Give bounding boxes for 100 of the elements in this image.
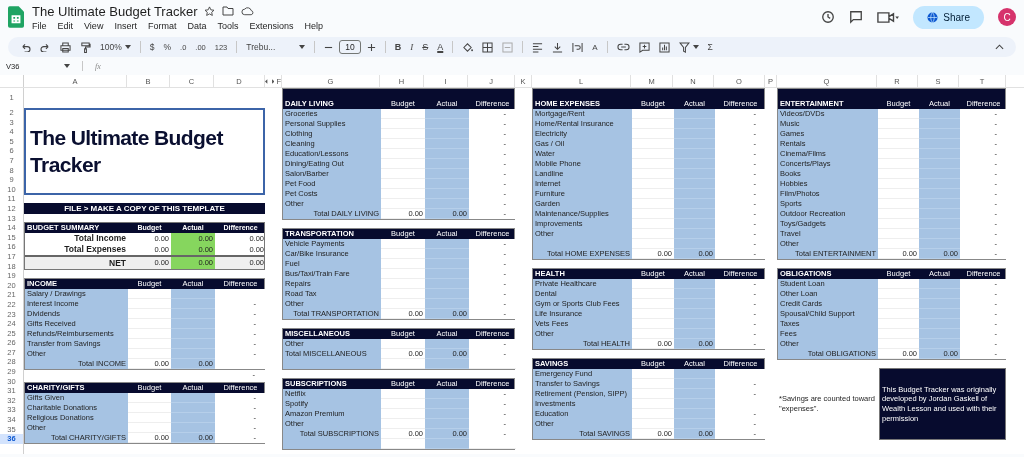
folder-icon[interactable]: [222, 6, 235, 16]
strikethrough-button[interactable]: S: [422, 42, 429, 52]
table-cell[interactable]: [674, 279, 715, 289]
table-cell[interactable]: [674, 149, 715, 159]
table-cell[interactable]: [919, 219, 960, 229]
table-cell[interactable]: [674, 129, 715, 139]
font-dropdown[interactable]: Trebu...: [246, 42, 297, 52]
table-cell[interactable]: [919, 179, 960, 189]
table-cell[interactable]: [919, 339, 960, 349]
menu-item[interactable]: Extensions: [249, 20, 294, 31]
table-cell[interactable]: [425, 409, 469, 419]
table-cell[interactable]: [171, 403, 215, 413]
paint-format-icon[interactable]: [80, 41, 91, 53]
table-cell[interactable]: [674, 189, 715, 199]
functions-button[interactable]: Σ: [707, 42, 713, 52]
comment-add-icon[interactable]: [638, 41, 650, 53]
table-cell[interactable]: [674, 399, 715, 409]
print-icon[interactable]: [60, 41, 71, 53]
table-cell[interactable]: [425, 159, 469, 169]
percent-format-button[interactable]: %: [163, 42, 172, 52]
table-cell[interactable]: [919, 289, 960, 299]
menu-item[interactable]: File: [32, 20, 47, 31]
table-cell[interactable]: [425, 389, 469, 399]
table-cell[interactable]: [425, 119, 469, 129]
redo-icon[interactable]: [40, 42, 51, 52]
table-cell[interactable]: [919, 159, 960, 169]
table-cell[interactable]: [919, 309, 960, 319]
table-cell[interactable]: [425, 249, 469, 259]
table-cell[interactable]: [674, 419, 715, 429]
table-cell[interactable]: [674, 409, 715, 419]
menu-item[interactable]: Data: [187, 20, 207, 31]
share-button[interactable]: Share: [913, 5, 984, 29]
table-cell[interactable]: [425, 169, 469, 179]
table-cell[interactable]: [919, 299, 960, 309]
table-cell[interactable]: [919, 209, 960, 219]
table-cell[interactable]: [425, 299, 469, 309]
bold-button[interactable]: B: [394, 42, 402, 52]
table-cell[interactable]: [171, 413, 215, 423]
borders-icon[interactable]: [482, 41, 494, 53]
table-cell[interactable]: [674, 169, 715, 179]
table-cell[interactable]: [425, 279, 469, 289]
table-cell[interactable]: [674, 139, 715, 149]
history-icon[interactable]: [821, 10, 836, 24]
star-icon[interactable]: [204, 5, 216, 17]
menu-item[interactable]: Help: [304, 20, 323, 31]
text-wrap-icon[interactable]: [572, 41, 584, 53]
table-cell[interactable]: [425, 419, 469, 429]
collapse-icon[interactable]: [995, 44, 1004, 50]
text-rotation-button[interactable]: A: [592, 42, 598, 52]
menu-item[interactable]: Edit: [57, 20, 74, 31]
table-cell[interactable]: [425, 339, 469, 349]
document-title[interactable]: The Ultimate Budget Tracker: [32, 3, 198, 19]
link-icon[interactable]: [616, 43, 630, 51]
table-cell[interactable]: [171, 423, 215, 433]
table-cell[interactable]: [919, 319, 960, 329]
zoom-dropdown[interactable]: 100%: [100, 42, 122, 52]
table-cell[interactable]: [674, 159, 715, 169]
cloud-icon[interactable]: [241, 6, 255, 16]
table-cell[interactable]: [919, 229, 960, 239]
currency-format-button[interactable]: $: [149, 42, 155, 52]
user-avatar[interactable]: C: [998, 8, 1016, 26]
table-cell[interactable]: [919, 169, 960, 179]
sheets-logo-icon[interactable]: [8, 6, 24, 28]
caret-icon[interactable]: [692, 45, 699, 49]
comment-icon[interactable]: [849, 10, 864, 24]
table-cell[interactable]: [425, 129, 469, 139]
table-cell[interactable]: [171, 289, 215, 299]
caret-icon[interactable]: [299, 45, 306, 49]
table-cell[interactable]: [674, 289, 715, 299]
table-cell[interactable]: [171, 319, 215, 329]
table-cell[interactable]: [171, 393, 215, 403]
table-cell[interactable]: [171, 349, 215, 359]
table-cell[interactable]: [674, 219, 715, 229]
menu-item[interactable]: Insert: [114, 20, 137, 31]
table-cell[interactable]: [425, 109, 469, 119]
table-cell[interactable]: [674, 109, 715, 119]
table-cell[interactable]: [674, 179, 715, 189]
table-cell[interactable]: [674, 239, 715, 249]
table-cell[interactable]: [674, 369, 715, 379]
chart-icon[interactable]: [658, 41, 670, 53]
align-left-icon[interactable]: [532, 41, 544, 53]
table-cell[interactable]: [674, 379, 715, 389]
table-cell[interactable]: [919, 139, 960, 149]
table-cell[interactable]: [674, 299, 715, 309]
table-cell[interactable]: [919, 129, 960, 139]
table-cell[interactable]: [919, 239, 960, 249]
table-cell[interactable]: [425, 289, 469, 299]
table-cell[interactable]: [425, 149, 469, 159]
plus-icon[interactable]: [366, 42, 376, 52]
menu-item[interactable]: Format: [147, 20, 177, 31]
table-cell[interactable]: [171, 339, 215, 349]
table-cell[interactable]: [919, 199, 960, 209]
table-cell[interactable]: [674, 309, 715, 319]
menu-item[interactable]: View: [84, 20, 104, 31]
undo-icon[interactable]: [20, 42, 31, 52]
caret-icon[interactable]: [64, 64, 70, 68]
table-cell[interactable]: [425, 199, 469, 209]
table-cell[interactable]: [425, 399, 469, 409]
table-cell[interactable]: [919, 279, 960, 289]
table-cell[interactable]: [674, 319, 715, 329]
